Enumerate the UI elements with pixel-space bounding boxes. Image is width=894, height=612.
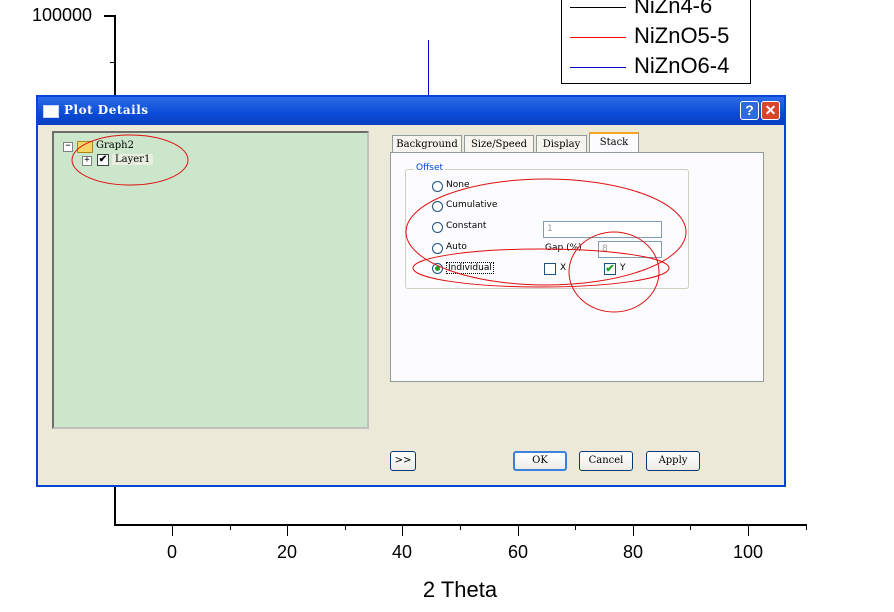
x-minor-tick (345, 524, 346, 530)
offset-constant-label[interactable]: Constant (446, 221, 486, 231)
x-minor-tick (806, 524, 807, 530)
expand-icon[interactable]: + (82, 156, 92, 166)
x-offset-label[interactable]: X (560, 263, 566, 273)
y-offset-checkbox[interactable]: ✔ (604, 263, 616, 275)
x-tick (518, 524, 519, 536)
x-tick-label: 20 (276, 542, 298, 562)
offset-none-label[interactable]: None (446, 180, 469, 190)
expand-details-button[interactable]: >> (390, 451, 416, 471)
offset-cumulative-radio[interactable] (432, 201, 443, 212)
gap-value-field[interactable]: 8 (598, 241, 662, 258)
window-icon (43, 105, 59, 118)
data-peak-blue (428, 40, 429, 96)
offset-none-radio[interactable] (432, 181, 443, 192)
legend-label: NiZnO6-4 (634, 53, 730, 78)
tab-display[interactable]: Display (536, 135, 587, 152)
x-tick-label: 60 (507, 542, 529, 562)
gap-label: Gap (%) (545, 243, 582, 253)
constant-value-field[interactable]: 1 (543, 221, 662, 238)
ok-button[interactable]: OK (513, 451, 567, 471)
tab-background[interactable]: Background (392, 135, 462, 152)
x-tick (172, 524, 173, 536)
offset-constant-radio[interactable] (432, 222, 443, 233)
apply-button[interactable]: Apply (646, 451, 700, 471)
tree-item-graph2[interactable]: Graph2 (96, 140, 134, 151)
cancel-button[interactable]: Cancel (579, 451, 633, 471)
offset-individual-label[interactable]: Individual (446, 262, 494, 274)
y-minor-tick (110, 62, 115, 63)
close-button[interactable]: ✕ (761, 101, 780, 120)
legend-swatch (570, 37, 626, 38)
collapse-icon[interactable]: − (63, 142, 73, 152)
folder-icon (77, 141, 93, 153)
legend-item: NiZnO6-4 (562, 53, 750, 83)
y-offset-label[interactable]: Y (620, 263, 626, 273)
x-tick (633, 524, 634, 536)
x-tick-label: 0 (166, 542, 177, 562)
tab-stack[interactable]: Stack (589, 132, 639, 153)
legend-label: NiZn4-6 (634, 0, 713, 18)
dialog-titlebar[interactable]: Plot Details ? ✕ (38, 97, 784, 125)
tree-item-layer1[interactable]: Layer1 (112, 154, 154, 165)
legend-swatch (570, 67, 626, 68)
x-tick (748, 524, 749, 536)
offset-individual-radio[interactable] (432, 263, 443, 274)
help-button[interactable]: ? (740, 101, 759, 120)
dialog-title: Plot Details (64, 103, 149, 117)
plot-legend: NiZn4-6 NiZnO5-5 NiZnO6-4 (561, 0, 751, 84)
plot-details-dialog: Plot Details ? ✕ − Graph2 + ✔ Layer1 Bac… (36, 95, 786, 487)
legend-item: NiZn4-6 (562, 0, 750, 23)
legend-item: NiZnO5-5 (562, 23, 750, 53)
offset-cumulative-label[interactable]: Cumulative (446, 200, 497, 210)
x-tick-label: 40 (391, 542, 413, 562)
layer-tree-panel[interactable]: − Graph2 + ✔ Layer1 (52, 131, 369, 429)
offset-auto-label[interactable]: Auto (446, 242, 467, 252)
x-minor-tick (690, 524, 691, 530)
legend-swatch (570, 7, 626, 8)
x-minor-tick (230, 524, 231, 530)
x-minor-tick (460, 524, 461, 530)
offset-auto-radio[interactable] (432, 243, 443, 254)
x-tick (287, 524, 288, 536)
x-tick-label: 80 (622, 542, 644, 562)
x-tick-label: 100 (732, 542, 764, 562)
tab-size-speed[interactable]: Size/Speed (464, 135, 534, 152)
layer-visible-checkbox[interactable]: ✔ (97, 154, 109, 166)
offset-group-title: Offset (414, 163, 446, 173)
y-major-tick-top (104, 15, 114, 17)
x-tick (402, 524, 403, 536)
x-offset-checkbox[interactable] (544, 263, 556, 275)
legend-label: NiZnO5-5 (634, 23, 730, 48)
x-minor-tick (575, 524, 576, 530)
y-tick-label-top: 100000 (32, 5, 93, 25)
x-axis-title: 2 Theta (422, 577, 498, 602)
stack-tab-panel: Offset None Cumulative Constant 1 Auto G… (390, 152, 764, 382)
